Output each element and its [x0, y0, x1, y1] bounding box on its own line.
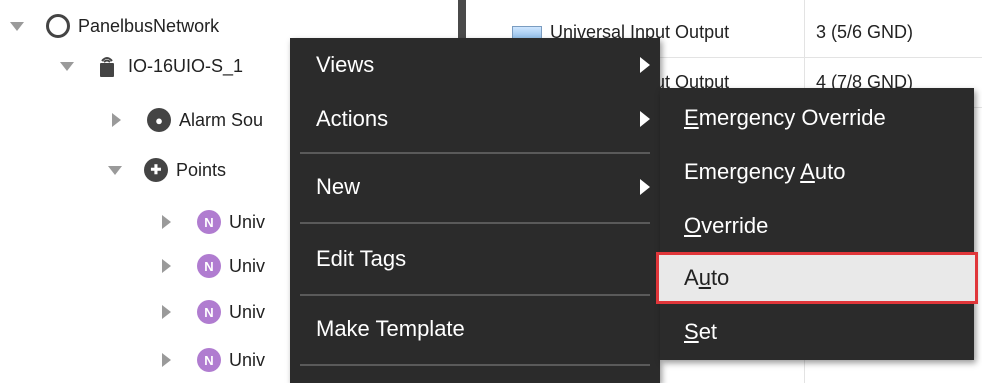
tree-node-point[interactable]: N Univ: [158, 292, 265, 332]
tree-node-label: Alarm Sou: [179, 109, 264, 130]
menu-item-new[interactable]: New: [290, 160, 660, 214]
n-point-icon: N: [197, 210, 221, 234]
menu-item-label: Views: [316, 52, 375, 77]
submenu-item-label: Emergency Override: [684, 105, 886, 130]
submenu-item-emergency-override[interactable]: Emergency Override: [660, 92, 974, 144]
tree-node-point[interactable]: N Univ: [158, 246, 265, 286]
expand-arrow-icon[interactable]: [162, 259, 171, 273]
expand-arrow-icon[interactable]: [162, 215, 171, 229]
menu-item-actions[interactable]: Actions: [290, 92, 660, 146]
n-point-icon: N: [197, 254, 221, 278]
menu-item-label: Make Template: [316, 316, 465, 341]
menu-separator: [300, 152, 650, 154]
tree-node-label: Univ: [229, 301, 266, 322]
expand-arrow-icon[interactable]: [10, 21, 24, 31]
tree-node-label: Univ: [229, 255, 266, 276]
submenu-item-label: Auto: [684, 265, 730, 290]
tree-node-label: Univ: [229, 211, 266, 232]
alarm-icon: ●: [147, 108, 171, 132]
submenu-item-override[interactable]: Override: [660, 200, 974, 252]
expand-arrow-icon[interactable]: [162, 305, 171, 319]
menu-item-views[interactable]: Views: [290, 38, 660, 92]
expand-arrow-icon[interactable]: [162, 353, 171, 367]
expand-arrow-icon[interactable]: [108, 165, 122, 175]
menu-separator: [300, 222, 650, 224]
menu-item-label: New: [316, 174, 361, 199]
tree-node-device[interactable]: IO-16UIO-S_1: [60, 46, 243, 86]
device-icon: [100, 57, 114, 77]
submenu-item-set[interactable]: Set: [660, 306, 974, 358]
submenu-arrow-icon: [640, 111, 650, 127]
submenu-item-emergency-auto[interactable]: Emergency Auto: [660, 146, 974, 198]
context-menu: Views Actions New Edit Tags Make Templat…: [290, 38, 660, 383]
tree-node-panelbus-network[interactable]: PanelbusNetwork: [10, 6, 219, 46]
menu-item-label: Actions: [316, 106, 389, 131]
submenu-item-label: Emergency Auto: [684, 159, 846, 184]
menu-separator: [300, 294, 650, 296]
tree-node-label: IO-16UIO-S_1: [128, 55, 244, 76]
network-icon: [46, 14, 70, 38]
table-cell-terminal: 3 (5/6 GND): [816, 22, 914, 42]
tree-node-points[interactable]: ✚ Points: [108, 150, 226, 190]
tree-node-label: PanelbusNetwork: [78, 15, 220, 36]
tree-node-label: Points: [176, 159, 227, 180]
menu-separator: [300, 364, 650, 366]
menu-item-label: Edit Tags: [316, 246, 407, 271]
tree-node-point[interactable]: N Univ: [158, 340, 265, 380]
expand-arrow-icon[interactable]: [112, 113, 121, 127]
actions-submenu: Emergency Override Emergency Auto Overri…: [656, 88, 978, 360]
tree-node-alarm-source[interactable]: ● Alarm Sou: [108, 100, 263, 140]
points-icon: ✚: [144, 158, 168, 182]
n-point-icon: N: [197, 348, 221, 372]
submenu-item-label: Set: [684, 319, 718, 344]
tree-node-point[interactable]: N Univ: [158, 202, 265, 242]
submenu-item-label: Override: [684, 213, 769, 238]
n-point-icon: N: [197, 300, 221, 324]
menu-item-edit-tags[interactable]: Edit Tags: [290, 232, 660, 286]
menu-item-make-template[interactable]: Make Template: [290, 302, 660, 356]
expand-arrow-icon[interactable]: [60, 61, 74, 71]
tree-node-label: Univ: [229, 349, 266, 370]
submenu-arrow-icon: [640, 57, 650, 73]
submenu-arrow-icon: [640, 179, 650, 195]
submenu-item-auto[interactable]: Auto: [656, 252, 978, 304]
